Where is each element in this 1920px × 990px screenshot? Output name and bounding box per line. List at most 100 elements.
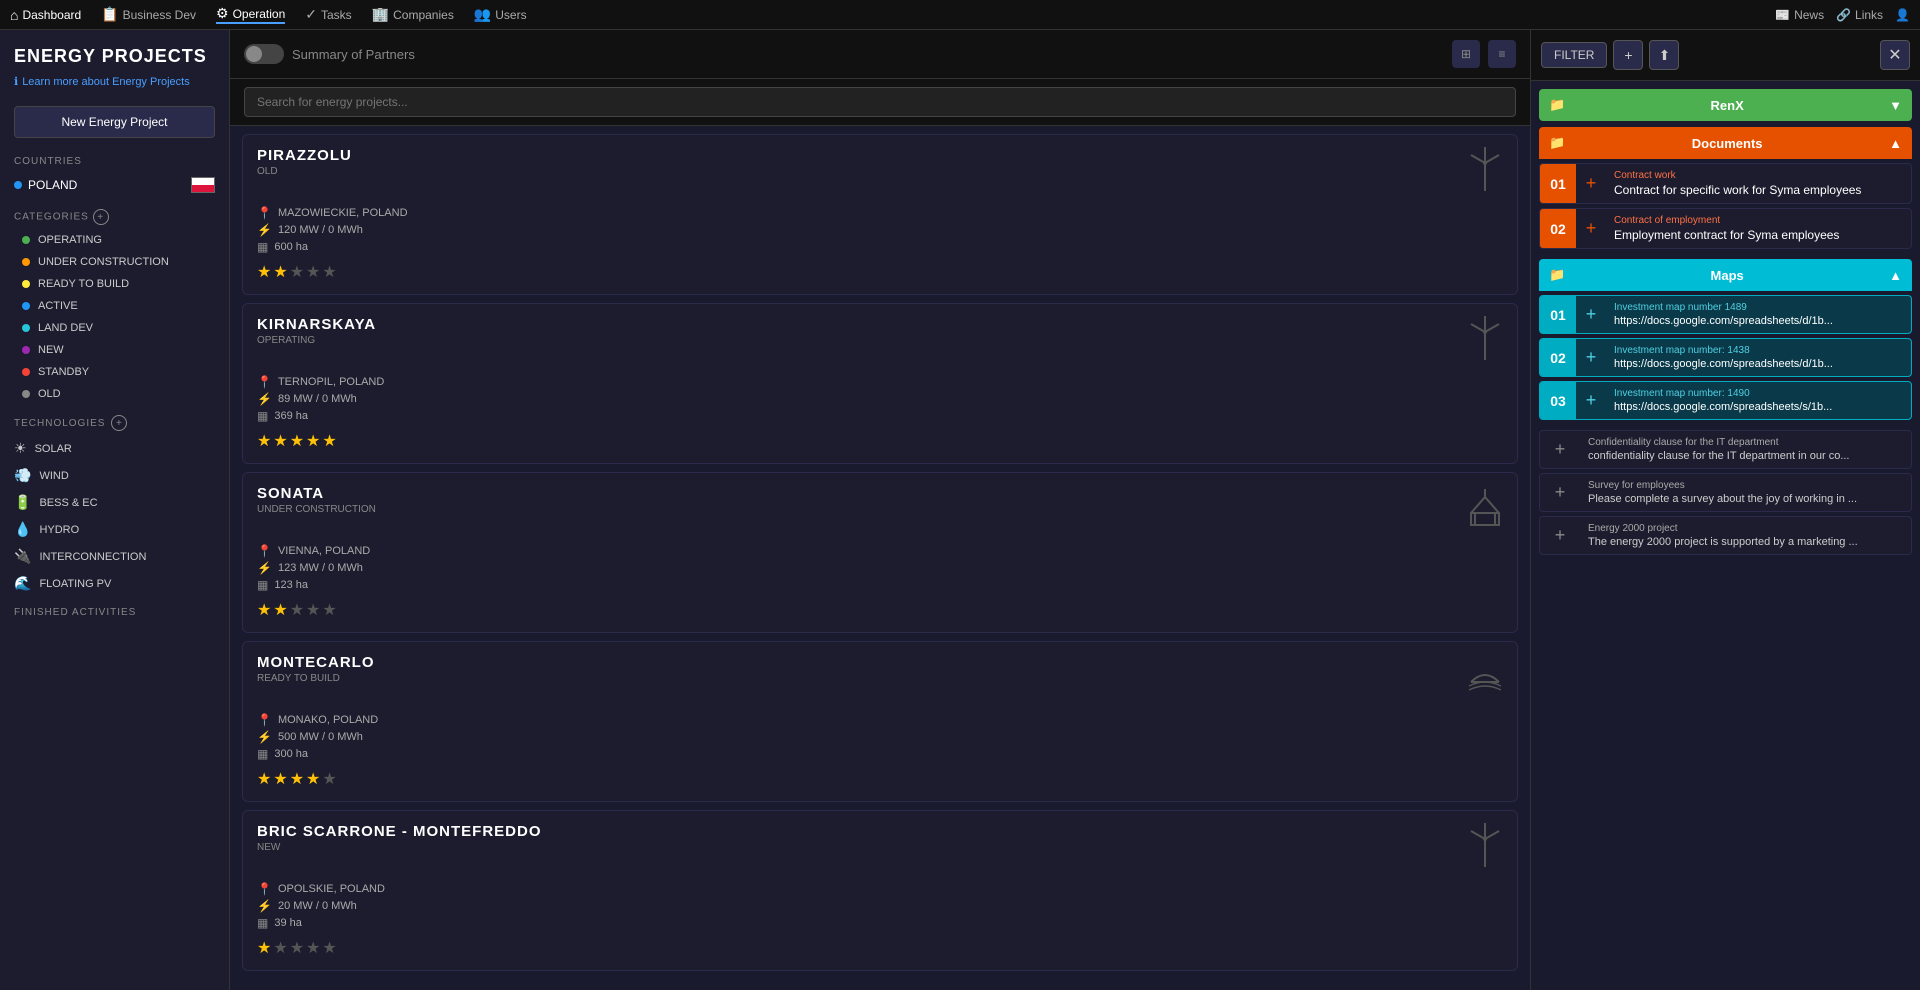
sidebar-item-interconnection[interactable]: 🔌 INTERCONNECTION	[0, 543, 229, 570]
grid-view-button[interactable]: ⊞	[1452, 40, 1480, 68]
area-icon: ▦	[257, 747, 268, 761]
info-icon: ℹ	[14, 75, 18, 88]
old-dot	[22, 390, 30, 398]
topnav: ⌂ Dashboard 📋 Business Dev ⚙ Operation ✓…	[0, 0, 1920, 30]
floating-pv-label: FLOATING PV	[39, 578, 111, 590]
project-card-sonata: SONATA UNDER CONSTRUCTION 📍	[242, 472, 1518, 633]
solar-label: SOLAR	[35, 443, 72, 455]
active-dot	[22, 302, 30, 310]
sidebar-item-poland[interactable]: POLAND	[0, 171, 229, 199]
extra-add-button[interactable]: +	[1540, 474, 1580, 511]
folder-renx-header[interactable]: 📁 RenX ▼	[1539, 89, 1912, 121]
wind-icon: 💨	[14, 467, 31, 484]
sidebar-item-operating[interactable]: OPERATING	[0, 229, 229, 251]
nav-news[interactable]: 📰 News	[1775, 8, 1824, 22]
map-add-button[interactable]: +	[1576, 339, 1606, 376]
project-power: 120 MW / 0 MWh	[278, 224, 363, 236]
list-view-button[interactable]: ≡	[1488, 40, 1516, 68]
filter-button[interactable]: FILTER	[1541, 42, 1607, 68]
close-button[interactable]: ✕	[1880, 40, 1910, 70]
extra-desc: Please complete a survey about the joy o…	[1588, 493, 1903, 505]
under-construction-dot	[22, 258, 30, 266]
extra-title: Confidentiality clause for the IT depart…	[1588, 437, 1903, 448]
power-icon: ⚡	[257, 561, 272, 575]
nav-operation[interactable]: ⚙ Operation	[216, 5, 285, 24]
toggle-knob	[246, 46, 262, 62]
location-icon: 📍	[257, 544, 272, 558]
nav-users[interactable]: 👥 Users	[474, 6, 527, 23]
news-icon: 📰	[1775, 8, 1790, 22]
add-category-button[interactable]: +	[93, 209, 109, 225]
area-icon: ▦	[257, 578, 268, 592]
sidebar-item-hydro[interactable]: 💧 HYDRO	[0, 516, 229, 543]
sidebar-item-old[interactable]: OLD	[0, 383, 229, 405]
folder-documents: 📁 Documents ▲ 01 + Contract work Contrac…	[1539, 127, 1912, 253]
extra-add-button[interactable]: +	[1540, 517, 1580, 554]
nav-dashboard[interactable]: ⌂ Dashboard	[10, 7, 81, 23]
user-avatar[interactable]: 👤	[1895, 8, 1910, 22]
sidebar-item-active[interactable]: ACTIVE	[0, 295, 229, 317]
project-status: NEW	[257, 842, 542, 853]
new-dot	[22, 346, 30, 354]
project-card-kirnarskaya: KIRNARSKAYA OPERATING 📍 TERNOPIL	[242, 303, 1518, 464]
folder-icon: 📁	[1549, 97, 1565, 113]
nav-companies[interactable]: 🏢 Companies	[372, 6, 454, 23]
sidebar-item-bess[interactable]: 🔋 BESS & EC	[0, 489, 229, 516]
topnav-right: 📰 News 🔗 Links 👤	[1775, 8, 1910, 22]
map-number: 02	[1540, 339, 1576, 376]
sidebar-item-under-construction[interactable]: UNDER CONSTRUCTION	[0, 251, 229, 273]
bess-label: BESS & EC	[39, 497, 97, 509]
doc-add-button[interactable]: +	[1576, 209, 1606, 248]
upload-button[interactable]: ⬆	[1649, 40, 1679, 70]
search-input[interactable]	[244, 87, 1516, 117]
project-area: 600 ha	[274, 241, 308, 253]
map-add-button[interactable]: +	[1576, 382, 1606, 419]
folder-maps: 📁 Maps ▲ 01 + Investment map number 1489…	[1539, 259, 1912, 424]
categories-label: CATEGORIES +	[0, 199, 229, 229]
doc-add-button[interactable]: +	[1576, 164, 1606, 203]
map-add-button[interactable]: +	[1576, 296, 1606, 333]
project-status: OPERATING	[257, 335, 376, 346]
standby-label: STANDBY	[38, 366, 89, 378]
map-title: Investment map number 1489	[1614, 302, 1903, 313]
folder-documents-header[interactable]: 📁 Documents ▲	[1539, 127, 1912, 159]
add-technology-button[interactable]: +	[111, 415, 127, 431]
sidebar-item-ready-to-build[interactable]: READY TO BUILD	[0, 273, 229, 295]
power-icon: ⚡	[257, 392, 272, 406]
project-name: BRIC SCARRONE - MONTEFREDDO	[257, 823, 542, 840]
active-label: ACTIVE	[38, 300, 78, 312]
sidebar-item-land-dev[interactable]: LAND DEV	[0, 317, 229, 339]
extra-item-energy2000: + Energy 2000 project The energy 2000 pr…	[1539, 516, 1912, 555]
solar-icon: ☀	[14, 440, 27, 457]
summary-toggle[interactable]	[244, 44, 284, 64]
nav-links[interactable]: 🔗 Links	[1836, 8, 1883, 22]
folder-documents-title: Documents	[1573, 136, 1881, 151]
area-icon: ▦	[257, 409, 268, 423]
project-name: PIRAZZOLU	[257, 147, 352, 164]
sidebar-info-link[interactable]: ℹ Learn more about Energy Projects	[0, 71, 229, 98]
nav-business-dev[interactable]: 📋 Business Dev	[101, 6, 196, 23]
land-dev-dot	[22, 324, 30, 332]
sidebar-item-solar[interactable]: ☀ SOLAR	[0, 435, 229, 462]
nav-tasks[interactable]: ✓ Tasks	[305, 6, 351, 23]
extra-item-confidentiality: + Confidentiality clause for the IT depa…	[1539, 430, 1912, 469]
new-energy-project-button[interactable]: New Energy Project	[14, 106, 215, 138]
project-power: 123 MW / 0 MWh	[278, 562, 363, 574]
document-item-2: 02 + Contract of employment Employment c…	[1539, 208, 1912, 249]
extra-add-button[interactable]: +	[1540, 431, 1580, 468]
sidebar-item-wind[interactable]: 💨 WIND	[0, 462, 229, 489]
project-location: TERNOPIL, POLAND	[278, 376, 384, 388]
project-type-icon	[1467, 485, 1503, 536]
project-name: MONTECARLO	[257, 654, 375, 671]
folder-maps-header[interactable]: 📁 Maps ▲	[1539, 259, 1912, 291]
technologies-label: TECHNOLOGIES +	[0, 405, 229, 435]
sidebar-item-floating-pv[interactable]: 🌊 FLOATING PV	[0, 570, 229, 597]
poland-label: POLAND	[28, 178, 77, 192]
add-button[interactable]: +	[1613, 40, 1643, 70]
location-icon: 📍	[257, 882, 272, 896]
project-area: 300 ha	[274, 748, 308, 760]
project-type-icon	[1467, 654, 1503, 705]
location-icon: 📍	[257, 375, 272, 389]
sidebar-item-new[interactable]: NEW	[0, 339, 229, 361]
sidebar-item-standby[interactable]: STANDBY	[0, 361, 229, 383]
